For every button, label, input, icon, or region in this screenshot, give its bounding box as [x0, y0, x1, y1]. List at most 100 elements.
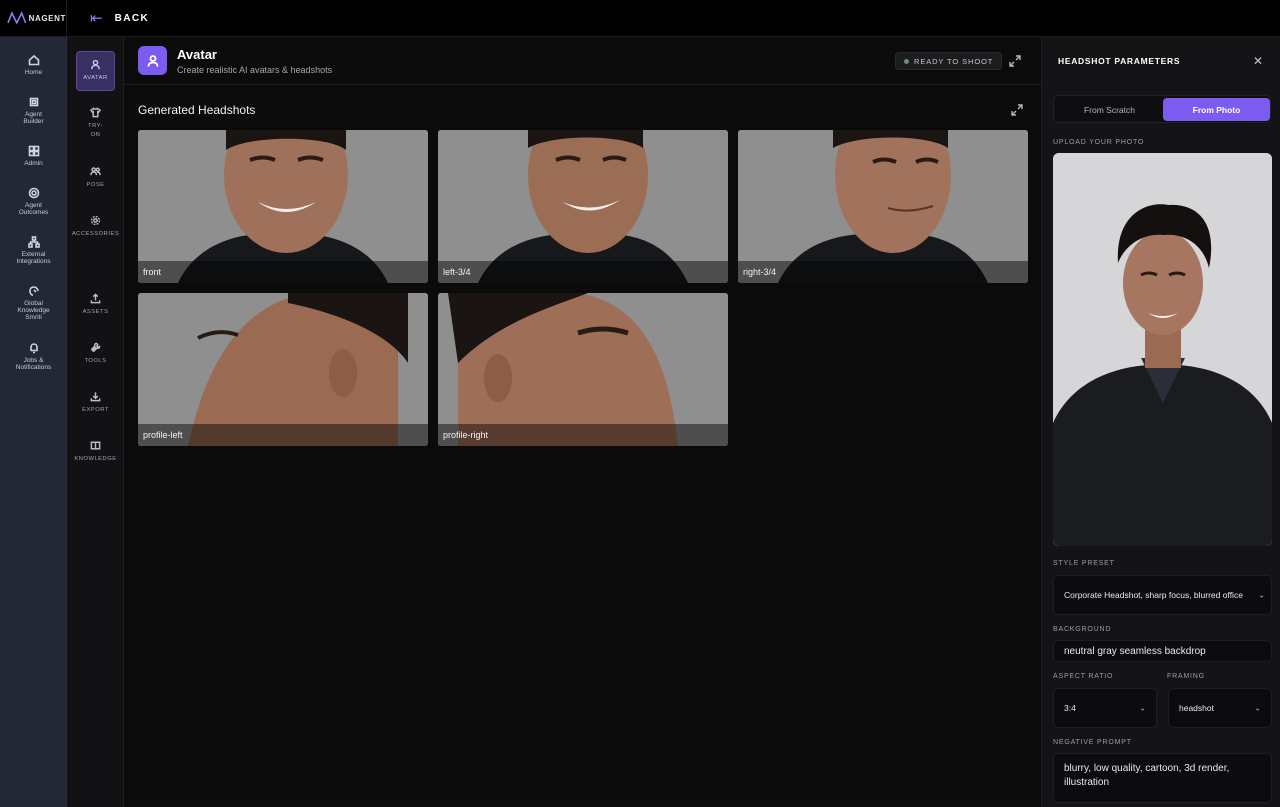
background-input[interactable]: neutral gray seamless backdrop — [1053, 640, 1272, 662]
subnav-label: ACCESSORIES — [71, 231, 120, 237]
rail-label: Home — [24, 69, 43, 76]
subnav-item-knowledge[interactable]: KNOWLEDGE — [74, 433, 116, 464]
status-dot-icon — [904, 58, 909, 64]
tab-from-scratch[interactable]: From Scratch — [1056, 98, 1163, 121]
subnav-item-avatar[interactable]: AVATAR — [76, 51, 115, 91]
user-icon — [91, 59, 100, 70]
secondary-sidebar: AVATAR TRY- ON POSE ACCESSORIES ASSETS T… — [67, 37, 124, 807]
logo-wave-icon — [7, 11, 27, 25]
rail-item-jobs-notifications[interactable]: Jobs & Notifications — [0, 342, 67, 371]
rail-item-global-knowledge[interactable]: Global Knowledge Smriti — [0, 285, 67, 321]
chevron-down-icon: ⌄ — [1139, 703, 1146, 713]
shirt-icon — [90, 107, 101, 118]
subnav-item-export[interactable]: EXPORT — [76, 384, 115, 415]
top-bar: NAGENT ⇤ BACK — [0, 0, 1280, 37]
subnav-label: TRY- ON — [88, 123, 103, 138]
subnav-label: EXPORT — [82, 407, 109, 413]
background-label: BACKGROUND — [1053, 626, 1112, 633]
expand-icon — [1009, 55, 1021, 67]
main-content: Avatar Create realistic AI avatars & hea… — [124, 37, 1041, 807]
rail-item-agent-outcomes[interactable]: Agent Outcomes — [0, 187, 67, 216]
uploaded-photo-image — [1053, 153, 1272, 546]
subnav-item-accessories[interactable]: ACCESSORIES — [72, 208, 119, 239]
rail-item-agent-builder[interactable]: Agent Builder — [0, 96, 67, 125]
primary-sidebar: Home Agent Builder Admin Agent Outcomes … — [0, 37, 67, 807]
status-badge: READY TO SHOOT — [895, 52, 1003, 70]
rail-item-home[interactable]: Home — [0, 54, 67, 76]
chevron-down-icon: ⌄ — [1254, 703, 1261, 713]
tile-caption: right-3/4 — [738, 261, 1028, 283]
subnav-label: TOOLS — [84, 358, 107, 364]
bell-icon — [29, 343, 38, 354]
background-value: neutral gray seamless backdrop — [1064, 645, 1206, 657]
negative-prompt-textarea[interactable]: blurry, low quality, cartoon, 3d render,… — [1053, 753, 1272, 803]
gear-icon — [90, 215, 101, 226]
rail-item-admin[interactable]: Admin — [0, 145, 67, 167]
rail-label: Jobs & Notifications — [15, 357, 52, 371]
back-arrow-icon: ⇤ — [90, 9, 103, 27]
rail-item-external-integrations[interactable]: External Integrations — [0, 236, 67, 265]
headshot-parameters-panel: HEADSHOT PARAMETERS ✕ From Scratch From … — [1041, 37, 1280, 807]
download-icon — [90, 392, 101, 402]
network-icon — [27, 236, 40, 248]
back-label: BACK — [114, 12, 150, 24]
expand-icon — [1011, 104, 1023, 116]
subnav-item-assets[interactable]: ASSETS — [76, 286, 115, 317]
subnav-label: POSE — [86, 182, 105, 188]
brain-icon — [28, 286, 39, 296]
tile-caption: profile-left — [138, 424, 428, 446]
aspect-ratio-value: 3:4 — [1064, 703, 1076, 713]
negative-prompt-label: NEGATIVE PROMPT — [1053, 739, 1132, 746]
tab-from-photo[interactable]: From Photo — [1163, 98, 1270, 121]
brand-logo[interactable]: NAGENT — [0, 0, 67, 37]
page-title: Avatar — [177, 47, 217, 62]
cpu-icon — [29, 97, 38, 107]
rail-label: External Integrations — [16, 251, 51, 265]
book-icon — [90, 441, 101, 450]
target-icon — [28, 187, 39, 199]
close-panel-button[interactable]: ✕ — [1252, 55, 1264, 67]
framing-value: headshot — [1179, 703, 1214, 713]
headshot-tile-right-3-4[interactable]: right-3/4 — [738, 130, 1028, 283]
subnav-item-try-on[interactable]: TRY- ON — [76, 100, 115, 140]
style-preset-value: Corporate Headshot, sharp focus, blurred… — [1064, 590, 1243, 600]
grid-icon — [28, 145, 39, 157]
expand-gallery-button[interactable] — [1010, 103, 1024, 117]
logo-text: NAGENT — [28, 13, 66, 23]
upload-icon — [90, 293, 101, 304]
subnav-item-pose[interactable]: POSE — [76, 159, 115, 190]
back-button[interactable]: ⇤ BACK — [90, 11, 149, 26]
headshot-tile-left-3-4[interactable]: left-3/4 — [438, 130, 728, 283]
framing-label: FRAMING — [1167, 673, 1205, 680]
subnav-item-tools[interactable]: TOOLS — [76, 335, 115, 366]
expand-header-button[interactable] — [1008, 54, 1022, 68]
headshot-tile-front[interactable]: front — [138, 130, 428, 283]
headshot-tile-profile-right[interactable]: profile-right — [438, 293, 728, 446]
chevron-down-icon: ⌄ — [1258, 590, 1265, 600]
home-icon — [28, 54, 39, 66]
rail-label: Admin — [24, 160, 43, 167]
style-preset-label: STYLE PRESET — [1053, 560, 1115, 567]
rail-label: Global Knowledge Smriti — [17, 300, 50, 321]
uploaded-photo[interactable] — [1053, 153, 1272, 546]
avatar-app-icon — [138, 46, 167, 75]
source-tabs: From Scratch From Photo — [1053, 95, 1271, 123]
style-preset-select[interactable]: Corporate Headshot, sharp focus, blurred… — [1053, 575, 1272, 615]
gallery-title: Generated Headshots — [138, 103, 256, 117]
tile-caption: front — [138, 261, 428, 283]
page-header: Avatar Create realistic AI avatars & hea… — [124, 37, 1041, 85]
user-icon — [147, 54, 158, 67]
upload-label: UPLOAD YOUR PHOTO — [1053, 139, 1145, 146]
rail-label: Agent Builder — [23, 111, 44, 125]
close-icon: ✕ — [1252, 54, 1264, 68]
rail-label: Agent Outcomes — [18, 202, 49, 216]
aspect-ratio-select[interactable]: 3:4 ⌄ — [1053, 688, 1157, 728]
tile-caption: profile-right — [438, 424, 728, 446]
framing-select[interactable]: headshot ⌄ — [1168, 688, 1272, 728]
aspect-ratio-label: ASPECT RATIO — [1053, 673, 1114, 680]
headshot-tile-profile-left[interactable]: profile-left — [138, 293, 428, 446]
wrench-icon — [90, 342, 101, 353]
users-icon — [90, 167, 101, 176]
subnav-label: AVATAR — [83, 75, 108, 81]
subnav-label: ASSETS — [82, 309, 109, 315]
